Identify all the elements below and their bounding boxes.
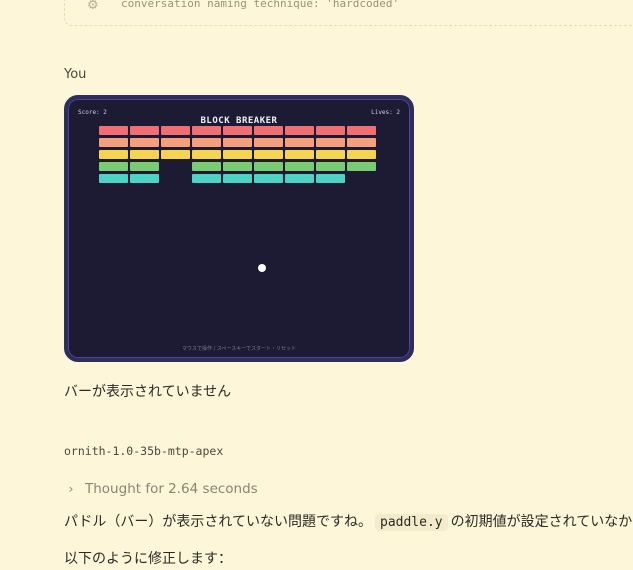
brick xyxy=(285,138,314,147)
attached-screenshot[interactable]: Score: 2 Lives: 2 BLOCK BREAKER マウスで操作 /… xyxy=(64,95,414,362)
brick xyxy=(192,150,221,159)
brick xyxy=(223,162,252,171)
brick xyxy=(192,174,221,183)
brick xyxy=(316,174,345,183)
response-text-before: パドル（バー）が表示されていない問題ですね。 xyxy=(64,514,372,530)
brick xyxy=(130,174,159,183)
thought-label: Thought for 2.64 seconds xyxy=(85,481,258,497)
game-hint: マウスで操作 / スペースキーでスタート・リセット xyxy=(182,346,296,352)
message-sender: You xyxy=(64,67,87,82)
brick xyxy=(254,150,283,159)
brick xyxy=(347,162,376,171)
brick xyxy=(254,138,283,147)
brick xyxy=(285,150,314,159)
brick xyxy=(347,126,376,135)
brick xyxy=(316,138,345,147)
response-line-1: パドル（バー）が表示されていない問題ですね。 paddle.y の初期値が設定されて… xyxy=(64,511,633,531)
inline-code: paddle.y xyxy=(375,514,448,531)
response-text-after: の初期値が設定されていなかっ xyxy=(450,514,633,530)
brick xyxy=(99,138,128,147)
previous-message-text: conversation naming technique: 'hardcode… xyxy=(121,0,400,10)
brick xyxy=(223,126,252,135)
brick xyxy=(223,174,252,183)
user-message-text: バーが表示されていません xyxy=(64,384,232,400)
previous-message-card: ⚙ conversation naming technique: 'hardco… xyxy=(64,0,633,26)
brick xyxy=(130,162,159,171)
brick xyxy=(285,126,314,135)
brick xyxy=(161,126,190,135)
response-line-2: 以下のように修正します： xyxy=(64,551,232,567)
brick xyxy=(99,126,128,135)
brick xyxy=(99,162,128,171)
brick xyxy=(130,150,159,159)
brick xyxy=(254,174,283,183)
brick xyxy=(347,150,376,159)
gear-icon: ⚙ xyxy=(87,0,99,13)
brick xyxy=(254,126,283,135)
brick xyxy=(130,138,159,147)
brick xyxy=(192,126,221,135)
brick xyxy=(223,150,252,159)
brick xyxy=(316,150,345,159)
brick xyxy=(99,174,128,183)
brick xyxy=(223,138,252,147)
brick xyxy=(99,150,128,159)
brick xyxy=(192,138,221,147)
brick xyxy=(347,138,376,147)
brick-grid xyxy=(68,99,410,358)
brick xyxy=(192,162,221,171)
model-name: ornith-1.0-35b-mtp-apex xyxy=(64,444,224,458)
brick xyxy=(161,138,190,147)
brick xyxy=(316,126,345,135)
brick xyxy=(316,162,345,171)
brick xyxy=(285,162,314,171)
brick xyxy=(130,126,159,135)
chevron-right-icon: › xyxy=(68,482,74,496)
thought-toggle[interactable]: › Thought for 2.64 seconds xyxy=(64,481,258,497)
ball xyxy=(258,264,266,272)
brick xyxy=(285,174,314,183)
brick xyxy=(254,162,283,171)
brick xyxy=(161,150,190,159)
